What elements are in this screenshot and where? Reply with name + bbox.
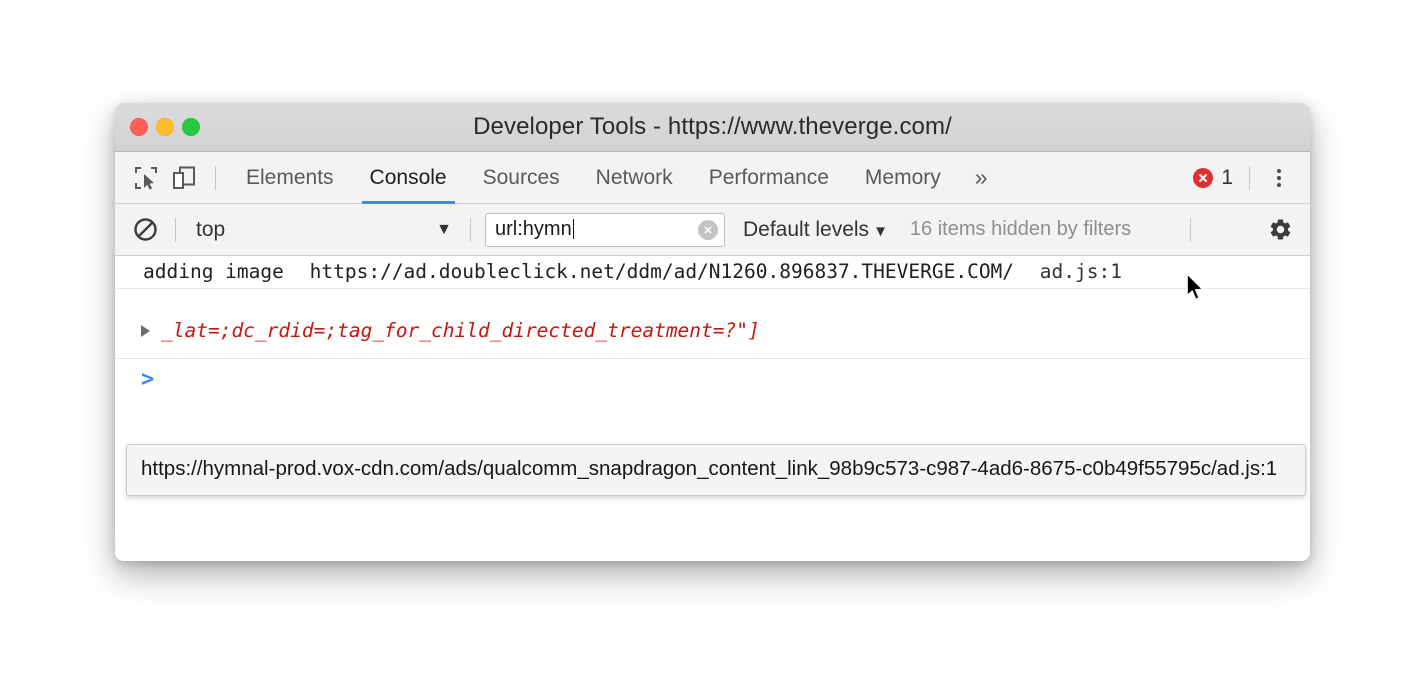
inspect-element-icon[interactable] — [127, 159, 165, 197]
console-filterbar: top ▼ url:hymn Default levels ▼ 16 items … — [115, 204, 1310, 256]
text-cursor — [572, 219, 574, 239]
log-levels-label: Default levels — [743, 217, 870, 241]
kebab-dot-3 — [1277, 182, 1281, 187]
tab-sources[interactable]: Sources — [465, 152, 578, 204]
gear-icon[interactable] — [1262, 212, 1298, 248]
kebab-dot-1 — [1277, 168, 1281, 173]
kebab-menu-icon[interactable] — [1262, 161, 1296, 195]
filter-input-text: url:hymn — [495, 218, 572, 240]
disclosure-triangle-icon[interactable] — [141, 325, 150, 337]
console-prompt-row[interactable]: > — [115, 359, 1310, 399]
more-tabs-button[interactable]: » — [959, 152, 1004, 204]
filterbar-divider-1 — [175, 217, 176, 242]
console-row-log[interactable]: adding image https://ad.doubleclick.net/… — [115, 256, 1310, 289]
close-window-button[interactable] — [130, 118, 148, 136]
window-titlebar: Developer Tools - https://www.theverge.c… — [115, 103, 1310, 152]
screenshot-root: Developer Tools - https://www.theverge.c… — [0, 0, 1428, 694]
hidden-items-note: 16 items hidden by filters — [909, 218, 1132, 240]
toolbar-divider-2 — [1249, 165, 1250, 190]
console-error-hidden-line — [161, 291, 1300, 317]
chevron-down-icon-levels: ▼ — [873, 222, 888, 240]
error-count-label: 1 — [1221, 165, 1233, 189]
error-count-badge[interactable]: 1 — [1193, 166, 1233, 190]
tab-network[interactable]: Network — [578, 152, 691, 204]
kebab-dot-2 — [1277, 175, 1281, 180]
clear-input-icon[interactable] — [698, 219, 718, 240]
log-levels-dropdown[interactable]: Default levels ▼ — [743, 218, 888, 242]
panel-tabs: Elements Console Sources Network Perform… — [228, 152, 1004, 204]
device-toolbar-icon[interactable] — [165, 159, 203, 197]
filter-input-value: url:hymn — [495, 218, 698, 241]
devtools-window: Developer Tools - https://www.theverge.c… — [115, 103, 1310, 561]
tab-memory[interactable]: Memory — [847, 152, 959, 204]
tab-elements[interactable]: Elements — [228, 152, 352, 204]
console-error-text: _lat=;dc_rdid=;tag_for_child_directed_tr… — [161, 319, 760, 342]
tab-console[interactable]: Console — [352, 152, 465, 204]
link-url-tooltip: https://hymnal-prod.vox-cdn.com/ads/qual… — [126, 444, 1306, 496]
console-message-url[interactable]: https://ad.doubleclick.net/ddm/ad/N1260.… — [310, 260, 1014, 283]
chevron-down-icon: ▼ — [436, 220, 452, 238]
minimize-window-button[interactable] — [156, 118, 174, 136]
console-message-list[interactable]: adding image https://ad.doubleclick.net/… — [115, 256, 1310, 561]
tab-performance[interactable]: Performance — [691, 152, 847, 204]
filter-input[interactable]: url:hymn — [485, 212, 725, 247]
window-title: Developer Tools - https://www.theverge.c… — [473, 113, 952, 140]
devtools-tabbar: Elements Console Sources Network Perform… — [115, 152, 1310, 204]
execution-context-value: top — [196, 217, 226, 241]
clear-console-icon[interactable] — [127, 212, 163, 248]
console-row-error[interactable]: _lat=;dc_rdid=;tag_for_child_directed_tr… — [115, 289, 1310, 359]
prompt-caret-icon: > — [141, 366, 155, 392]
filterbar-divider-3 — [1190, 217, 1192, 242]
toolbar-divider — [215, 165, 216, 190]
filterbar-divider-2 — [470, 217, 471, 242]
execution-context-select[interactable]: top ▼ — [188, 218, 458, 242]
console-message-source[interactable]: ad.js:1 — [1040, 260, 1122, 283]
error-circle-icon — [1193, 167, 1214, 188]
console-message-text: adding image — [143, 260, 284, 283]
window-controls — [130, 103, 200, 151]
zoom-window-button[interactable] — [182, 118, 200, 136]
